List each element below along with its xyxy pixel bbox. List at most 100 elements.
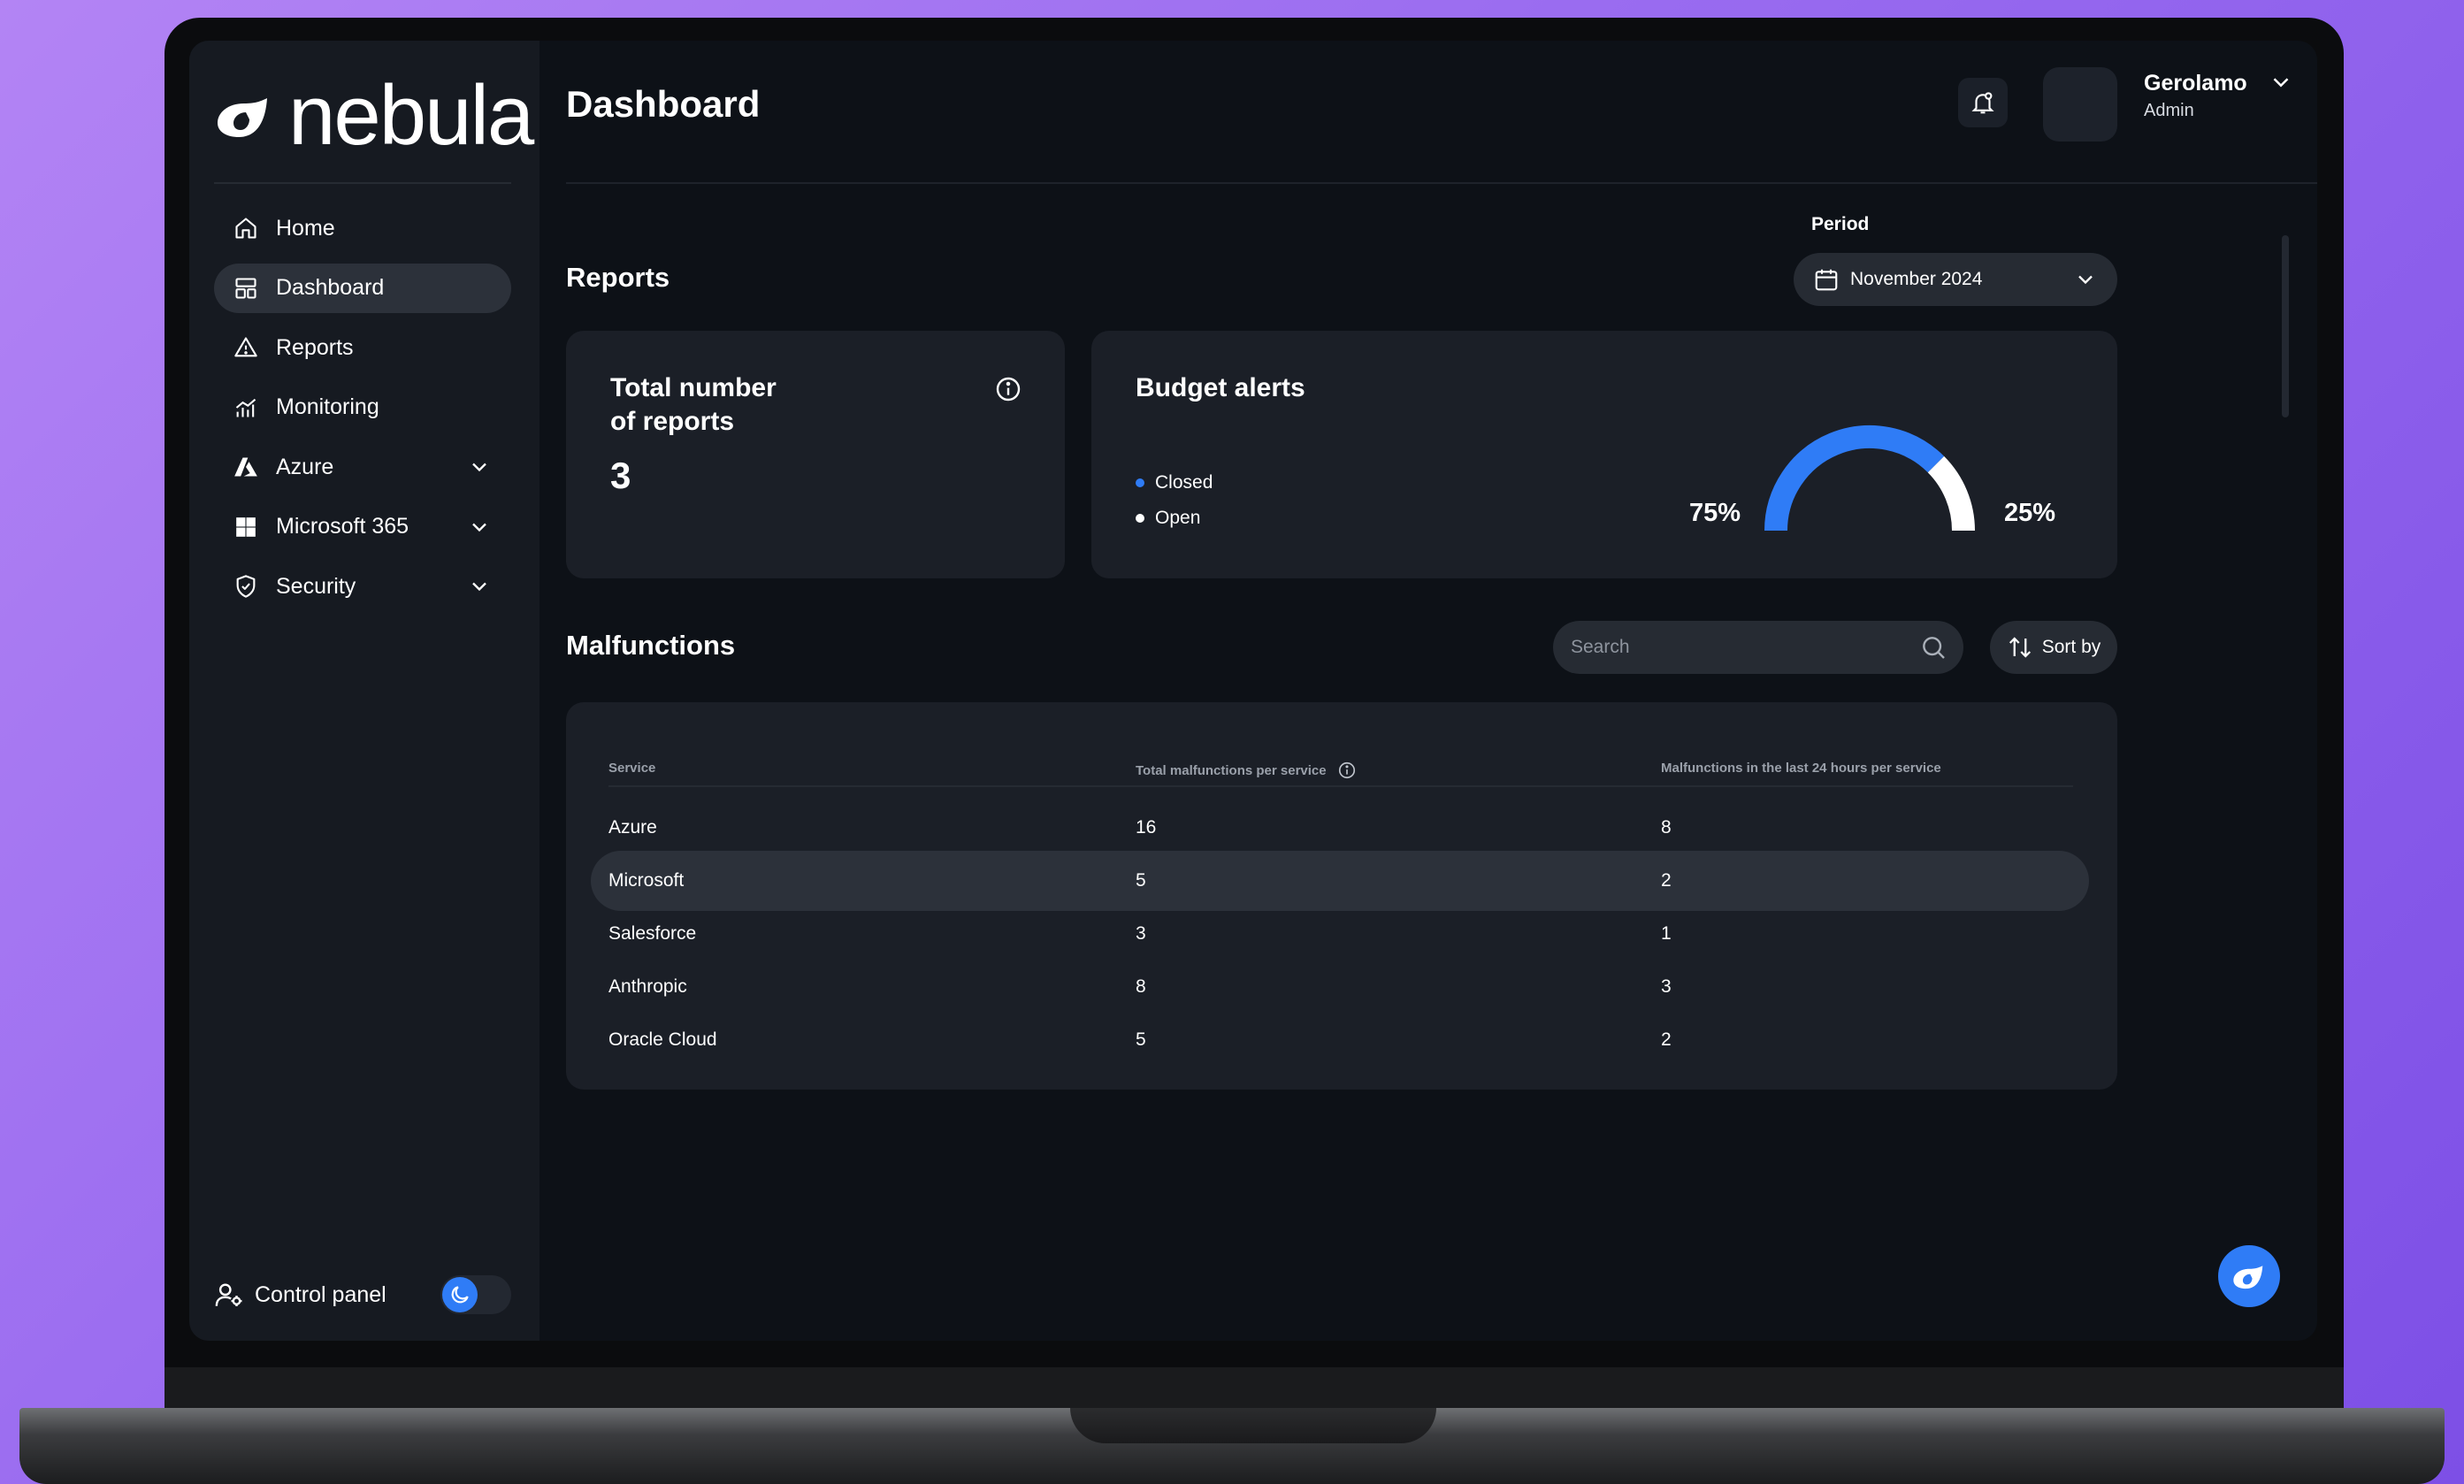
user-name[interactable]: Gerolamo — [2144, 71, 2247, 96]
windows-icon — [232, 513, 260, 541]
cell-total: 3 — [1136, 923, 1146, 944]
avatar[interactable] — [2043, 67, 2117, 142]
search-icon[interactable] — [1919, 633, 1947, 662]
legend-label-open: Open — [1155, 508, 1201, 528]
legend-closed: Closed — [1136, 472, 1213, 493]
sort-label: Sort by — [2041, 637, 2101, 657]
period-label: Period — [1811, 214, 1870, 234]
cell-total: 16 — [1136, 817, 1157, 838]
chart-icon — [232, 394, 260, 422]
sidebar-item-label: Dashboard — [276, 275, 385, 300]
legend-dot-closed — [1136, 478, 1144, 487]
sort-button[interactable]: Sort by — [1990, 621, 2117, 674]
sidebar-item-reports[interactable]: Reports — [214, 323, 511, 372]
table-row[interactable]: Anthropic 8 3 — [591, 957, 2089, 1017]
total-reports-card: Total number of reports 3 — [566, 331, 1065, 578]
sort-icon — [2009, 637, 2031, 658]
moon-icon — [442, 1277, 478, 1312]
column-header-last24[interactable]: Malfunctions in the last 24 hours per se… — [1661, 761, 1941, 776]
total-reports-value: 3 — [610, 455, 631, 496]
budget-gauge — [1764, 425, 1975, 532]
cell-service: Microsoft — [608, 870, 685, 891]
table-row[interactable]: Microsoft 5 2 — [591, 851, 2089, 911]
table-row[interactable]: Salesforce 3 1 — [591, 904, 2089, 964]
malfunctions-section-title: Malfunctions — [566, 630, 736, 661]
cell-service: Azure — [608, 817, 657, 838]
control-panel-link[interactable]: Control panel — [214, 1270, 511, 1320]
cell-service: Oracle Cloud — [608, 1029, 717, 1050]
cell-last24: 2 — [1661, 870, 1672, 891]
sidebar-item-home[interactable]: Home — [214, 203, 511, 253]
sidebar-nav: Home Dashboard Reports Monitoring Azure … — [214, 203, 511, 622]
search-box — [1553, 621, 1963, 674]
app-screen: nebula Home Dashboard Reports Monitoring… — [189, 41, 2317, 1341]
chevron-down-icon[interactable] — [467, 455, 492, 479]
table-row[interactable]: Azure 16 8 — [591, 798, 2089, 858]
nebula-logo-icon — [218, 98, 267, 137]
total-reports-title-line1: Total number — [610, 373, 777, 402]
cell-total: 8 — [1136, 976, 1146, 997]
user-role: Admin — [2144, 101, 2194, 120]
column-header-total[interactable]: Total malfunctions per service — [1136, 761, 1357, 780]
bell-icon — [1971, 92, 1994, 114]
malfunctions-table: Service Total malfunctions per service M… — [566, 702, 2117, 1090]
search-input[interactable] — [1571, 637, 1889, 658]
laptop-notch — [1070, 1408, 1436, 1443]
cell-service: Salesforce — [608, 923, 697, 944]
user-gear-icon — [215, 1283, 242, 1307]
notifications-button[interactable] — [1958, 78, 2008, 127]
sidebar-item-label: Reports — [276, 334, 354, 360]
period-select[interactable]: November 2024 — [1794, 253, 2117, 306]
column-header-total-label: Total malfunctions per service — [1136, 762, 1327, 778]
page-title: Dashboard — [566, 83, 761, 125]
cell-service: Anthropic — [608, 976, 687, 997]
legend-label-closed: Closed — [1155, 472, 1213, 493]
chevron-down-icon[interactable] — [2268, 69, 2294, 96]
shield-icon — [232, 572, 260, 600]
sidebar-item-label: Security — [276, 573, 356, 599]
open-percentage: 25% — [2004, 499, 2056, 527]
chevron-down-icon[interactable] — [467, 515, 492, 539]
info-icon[interactable] — [994, 375, 1022, 403]
legend-open: Open — [1136, 508, 1200, 529]
theme-toggle[interactable] — [440, 1275, 511, 1314]
brand-name: nebula — [288, 68, 534, 163]
assistant-button[interactable] — [2218, 1245, 2280, 1307]
calendar-icon — [1815, 269, 1838, 291]
sidebar: nebula Home Dashboard Reports Monitoring… — [189, 41, 539, 1341]
cell-total: 5 — [1136, 1029, 1146, 1050]
sidebar-item-security[interactable]: Security — [214, 562, 511, 611]
cell-total: 5 — [1136, 870, 1146, 891]
total-reports-title-line2: of reports — [610, 406, 735, 436]
scrollbar[interactable] — [2282, 235, 2289, 417]
closed-percentage: 75% — [1689, 499, 1741, 527]
period-value: November 2024 — [1850, 269, 1983, 289]
table-row[interactable]: Oracle Cloud 5 2 — [591, 1010, 2089, 1070]
sidebar-item-label: Monitoring — [276, 394, 379, 419]
info-icon[interactable] — [1337, 761, 1357, 780]
sidebar-item-label: Azure — [276, 454, 334, 479]
layout-icon — [232, 274, 260, 302]
total-reports-title: Total number of reports — [610, 371, 777, 438]
chevron-down-icon[interactable] — [467, 574, 492, 599]
cell-last24: 3 — [1661, 976, 1672, 997]
sidebar-item-monitoring[interactable]: Monitoring — [214, 383, 511, 432]
brand-logo[interactable]: nebula — [214, 68, 534, 163]
budget-alerts-title: Budget alerts — [1136, 373, 1305, 402]
cell-last24: 8 — [1661, 817, 1672, 838]
sidebar-item-azure[interactable]: Azure — [214, 442, 511, 492]
cell-last24: 1 — [1661, 923, 1672, 944]
sidebar-item-dashboard[interactable]: Dashboard — [214, 263, 511, 313]
sidebar-item-microsoft-365[interactable]: Microsoft 365 — [214, 502, 511, 552]
column-header-service[interactable]: Service — [608, 761, 655, 776]
header-divider — [566, 182, 2317, 184]
budget-alerts-card: Budget alerts Closed Open 75% 25% — [1091, 331, 2117, 578]
control-panel-label: Control panel — [255, 1281, 386, 1307]
home-icon — [232, 214, 260, 242]
laptop-chin — [165, 1367, 2344, 1410]
nebula-logo-icon — [2233, 1266, 2263, 1289]
chevron-down-icon — [2078, 275, 2093, 285]
azure-icon — [232, 453, 260, 481]
table-header-divider — [608, 785, 2073, 787]
reports-section-title: Reports — [566, 262, 670, 293]
